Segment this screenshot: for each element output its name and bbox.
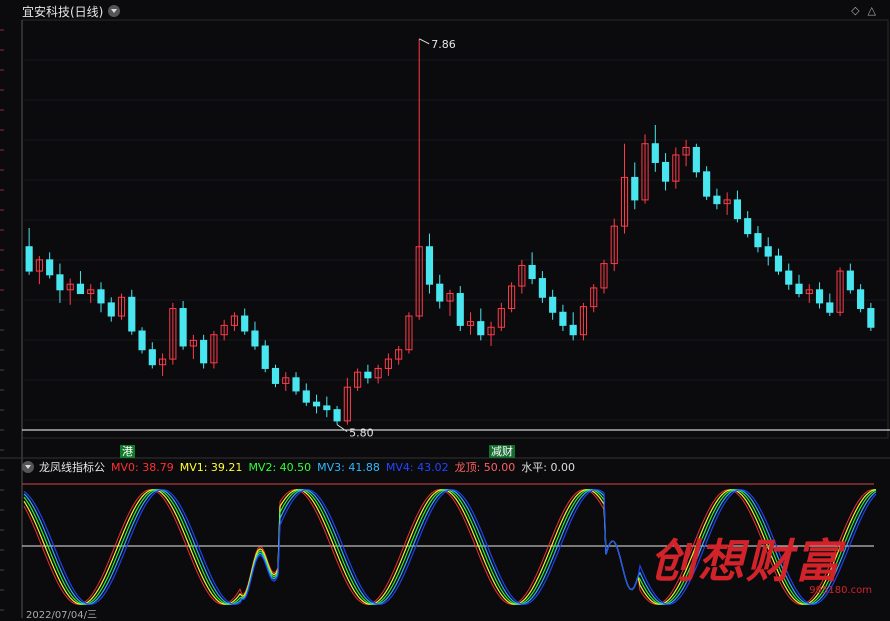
chart-window[interactable]: 7.86 5.80 宜安科技(日线) ◇△ 港 减财 龙凤线指标公 MV0: 38…: [0, 0, 890, 621]
candle-body: [569, 324, 577, 336]
candle-body: [826, 302, 834, 313]
candle-body: [76, 283, 85, 295]
candle-body: [292, 377, 300, 392]
candle-body: [241, 315, 249, 332]
candle-body: [559, 311, 567, 326]
toolbar-icons: ◇△: [851, 4, 884, 17]
indicator-value-6: 水平: 0.00: [521, 461, 575, 474]
indicator-values: MV0: 38.79 MV1: 39.21 MV2: 40.50 MV3: 41.88…: [111, 459, 581, 475]
candle-body: [200, 339, 208, 364]
candle-body: [107, 302, 115, 317]
candle-body: [795, 283, 803, 295]
indicator-value-4: MV4: 43.02: [385, 461, 449, 474]
candle-body: [148, 349, 156, 366]
indicator-value-2: MV2: 40.50: [248, 461, 312, 474]
low-label: 5.80: [349, 427, 374, 440]
bottom-date: 2022/07/04/三: [26, 610, 98, 621]
candle-body: [764, 246, 772, 257]
candle-body: [754, 233, 762, 248]
event-tag[interactable]: 港: [120, 445, 135, 458]
collapse-icon[interactable]: △: [868, 4, 884, 17]
candle-body: [128, 296, 136, 332]
candle-body: [46, 259, 54, 276]
candle-body: [425, 246, 434, 285]
indicator-value-1: MV1: 39.21: [179, 461, 243, 474]
watermark-url: 995180.com: [809, 585, 872, 596]
candle-body: [661, 161, 670, 182]
indicator-header: 龙凤线指标公 MV0: 38.79 MV1: 39.21 MV2: 40.50 MV3…: [22, 460, 587, 474]
candle-body: [744, 218, 752, 235]
stock-title: 宜安科技(日线): [22, 4, 104, 19]
indicator-name: 龙凤线指标公: [39, 461, 105, 474]
candle-body: [251, 330, 259, 347]
candle-body: [815, 289, 824, 304]
candle-body: [138, 330, 146, 351]
candle-body: [713, 195, 721, 205]
candle-body: [456, 293, 464, 326]
candle-body: [733, 199, 742, 220]
event-tag[interactable]: 减财: [489, 445, 515, 458]
watermark: 创想财富: [650, 534, 842, 588]
candle-body: [857, 289, 865, 310]
candle-body: [785, 270, 793, 285]
candle-body: [867, 308, 875, 328]
candle-body: [651, 143, 659, 163]
chart-header: 宜安科技(日线): [22, 2, 121, 20]
diamond-icon[interactable]: ◇: [851, 4, 867, 17]
candle-body: [846, 270, 854, 291]
candle-body: [436, 283, 444, 302]
candle-body: [549, 296, 557, 313]
candle-body: [538, 278, 546, 298]
indicator-dropdown-icon[interactable]: [22, 461, 34, 473]
candle-body: [56, 274, 64, 291]
candle-body: [477, 321, 485, 336]
candle-body: [312, 401, 321, 407]
low-pointer: [336, 424, 348, 433]
candle-body: [528, 264, 536, 280]
candle-body: [261, 345, 269, 369]
candle-body: [774, 255, 783, 272]
candle-body: [631, 176, 639, 201]
candle-body: [364, 371, 372, 379]
indicator-value-0: MV0: 38.79: [111, 461, 174, 474]
indicator-value-5: 龙顶: 50.00: [454, 461, 516, 474]
candle-body: [703, 171, 711, 197]
dropdown-icon[interactable]: [108, 5, 121, 17]
candle-body: [323, 405, 331, 411]
candle-body: [692, 146, 700, 173]
candle-body: [97, 289, 105, 304]
candle-body: [25, 246, 33, 272]
high-label: 7.86: [431, 38, 456, 51]
candle-body: [302, 390, 310, 403]
candle-body: [179, 308, 187, 347]
candle-body: [271, 367, 280, 384]
high-pointer: [418, 38, 430, 45]
candle-body: [333, 409, 341, 422]
indicator-value-3: MV3: 41.88: [317, 461, 380, 474]
